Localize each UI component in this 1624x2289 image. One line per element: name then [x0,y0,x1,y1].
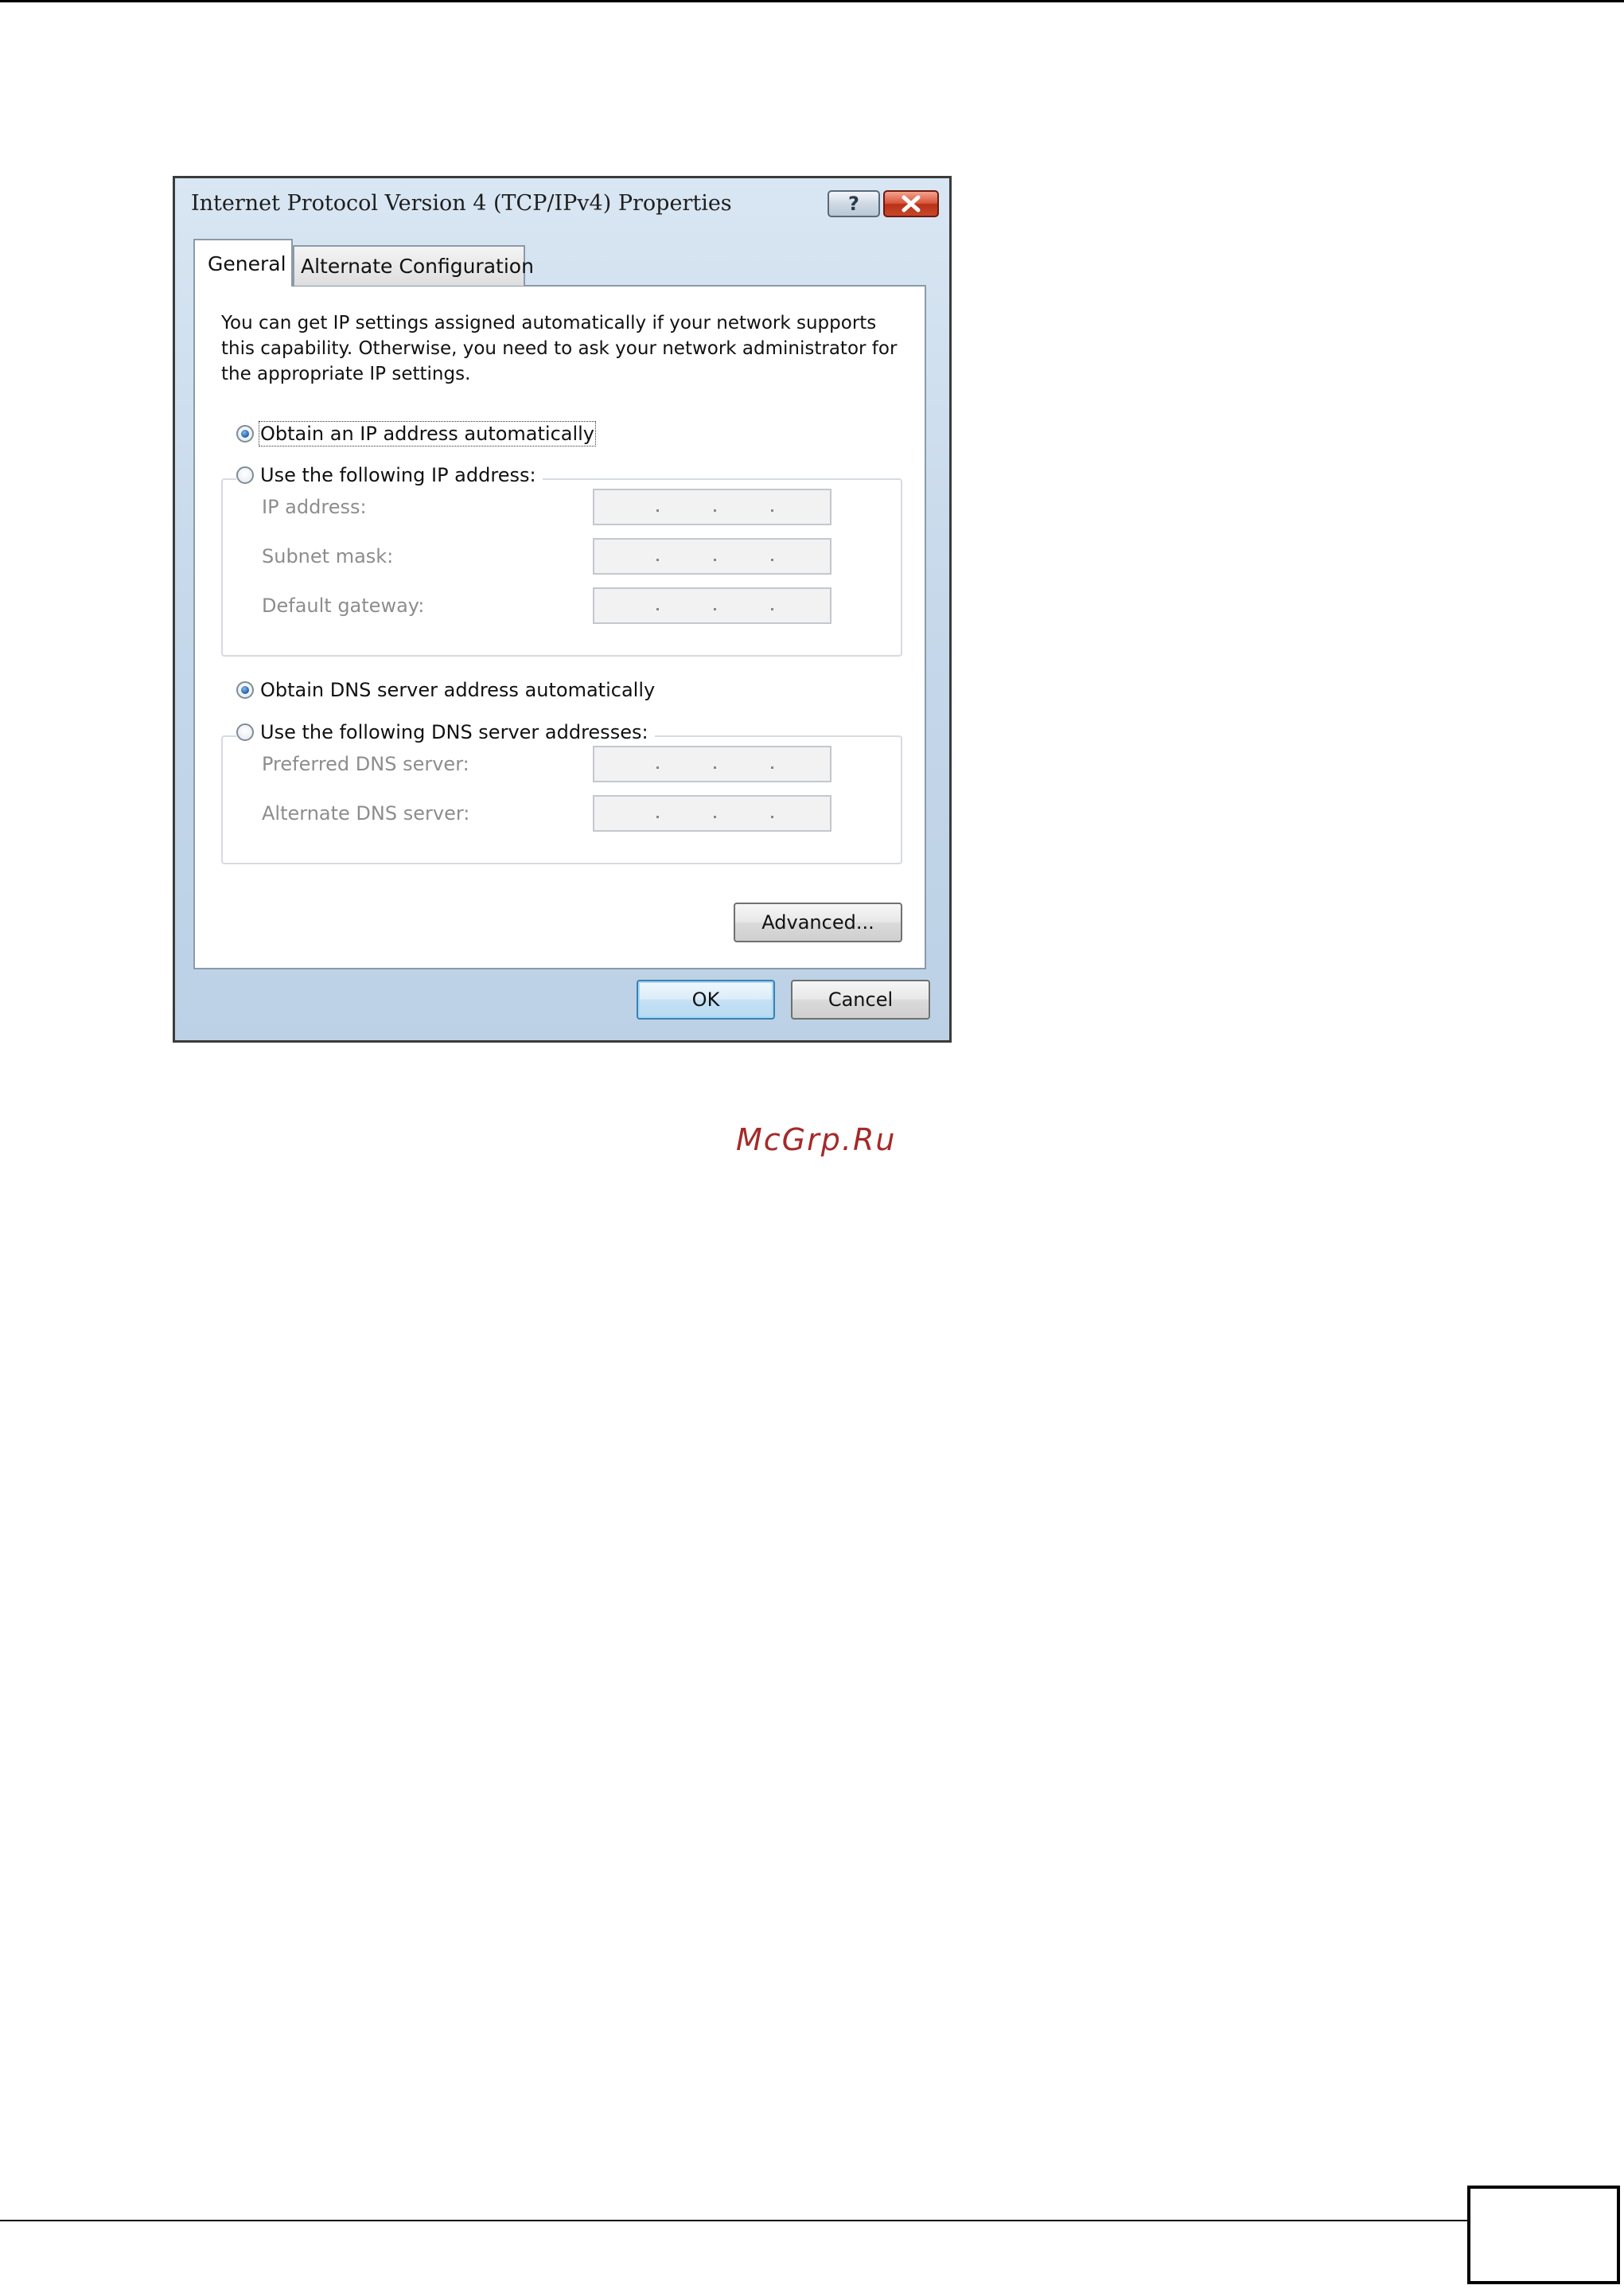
page-number-box [1467,2186,1620,2284]
tab-alternate-configuration-label: Alternate Configuration [301,255,534,278]
cancel-button[interactable]: Cancel [791,980,930,1020]
default-gateway-label: Default gateway: [262,595,425,617]
subnet-mask-label: Subnet mask: [262,545,394,567]
obtain-dns-automatically-label: Obtain DNS server address automatically [260,679,656,701]
default-gateway-field[interactable] [593,587,831,624]
ip-address-field[interactable] [593,489,831,525]
radio-unselected-icon [236,723,254,741]
preferred-dns-field[interactable] [593,746,831,782]
radio-selected-icon [236,681,254,699]
radio-unselected-icon [236,466,254,484]
help-button[interactable]: ? [828,190,880,217]
radio-selected-icon [236,425,254,443]
cancel-button-label: Cancel [828,989,894,1011]
tcpip-properties-dialog: Internet Protocol Version 4 (TCP/IPv4) P… [173,176,952,1043]
ip-address-label: IP address: [262,496,367,518]
dialog-title: Internet Protocol Version 4 (TCP/IPv4) P… [191,191,732,216]
description-text: You can get IP settings assigned automat… [221,313,898,384]
dialog-client-area: General Alternate Configuration You can … [175,228,949,1040]
ok-button-label: OK [691,989,720,1011]
use-following-ip-label: Use the following IP address: [260,464,536,486]
help-icon: ? [848,193,859,215]
alternate-dns-field[interactable] [593,795,831,832]
obtain-dns-automatically-radio[interactable]: Obtain DNS server address automatically [236,677,662,704]
general-tab-panel: You can get IP settings assigned automat… [193,285,926,969]
page-bottom-rule [0,2220,1470,2221]
tab-alternate-configuration[interactable]: Alternate Configuration [293,245,534,286]
watermark-text: McGrp.Ru [736,1122,897,1157]
use-following-ip-radio[interactable]: Use the following IP address: [236,462,543,489]
alternate-dns-label: Alternate DNS server: [262,802,470,825]
subnet-mask-field[interactable] [593,538,831,575]
use-following-dns-radio[interactable]: Use the following DNS server addresses: [236,719,655,746]
tab-general-label: General [208,252,286,275]
close-button[interactable] [883,190,939,217]
advanced-button-label: Advanced... [761,911,874,934]
preferred-dns-label: Preferred DNS server: [262,753,469,775]
page-top-rule [0,0,1624,2]
use-following-dns-label: Use the following DNS server addresses: [260,721,648,743]
obtain-ip-automatically-label: Obtain an IP address automatically [258,421,597,446]
ok-button[interactable]: OK [637,980,775,1020]
tab-general[interactable]: General [193,239,293,287]
obtain-ip-automatically-radio[interactable]: Obtain an IP address automatically [236,420,602,447]
advanced-button[interactable]: Advanced... [734,903,902,942]
close-icon [902,195,921,213]
